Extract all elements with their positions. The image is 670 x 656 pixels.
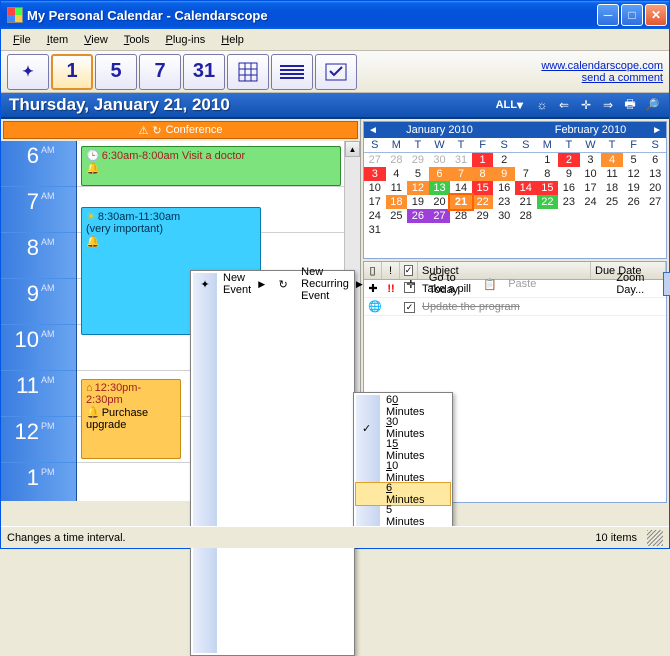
ctx-zoom-day[interactable]: Zoom Day... [586, 273, 664, 295]
view-tasks-button[interactable] [315, 54, 357, 90]
recurrence-icon: ↻ [275, 278, 291, 291]
home-icon: ⌂ [86, 382, 93, 394]
menu-file[interactable]: File [5, 32, 39, 48]
check-icon: ✓ [362, 422, 371, 435]
link-website[interactable]: www.calendarscope.com [541, 60, 663, 72]
ts-60[interactable]: 60 Minutes [356, 395, 450, 417]
mini-january[interactable]: ◄January 2010 SMTWTFS 272829303112 34567… [364, 122, 515, 258]
allday-event[interactable]: ⚠ ↻ Conference [3, 121, 358, 139]
clock-icon: 🕒 [86, 150, 100, 162]
close-button[interactable]: ✕ [645, 4, 667, 26]
date-header: Thursday, January 21, 2010 ALL ▾ ☼ ⇐ ✛ ⇒… [1, 93, 669, 119]
status-bar: Changes a time interval. 10 items [1, 526, 669, 548]
ctx-time-scale[interactable]: Time Scale▶ [664, 273, 670, 295]
new-event-button[interactable]: ✦ [7, 54, 49, 90]
status-text: Changes a time interval. [7, 532, 595, 544]
menu-tools[interactable]: Tools [116, 32, 158, 48]
task-checkbox[interactable] [404, 302, 415, 313]
next-month-button[interactable]: ► [652, 125, 662, 136]
ts-5[interactable]: 5 Minutes [356, 505, 450, 527]
prev-day-button[interactable]: ⇐ [555, 96, 573, 114]
menu-view[interactable]: View [76, 32, 116, 48]
view-month-button[interactable]: 31 [183, 54, 225, 90]
bell-icon: 🔔 [86, 236, 100, 248]
menu-item[interactable]: Item [39, 32, 76, 48]
link-comment[interactable]: send a comment [541, 72, 663, 84]
task-subject: Update the program [418, 299, 666, 315]
find-button[interactable]: 🔎 [643, 96, 661, 114]
ctx-goto-today[interactable]: ✛Go to Today [399, 273, 478, 295]
toolbar: ✦ 1 5 7 31 www.calendarscope.com send a … [1, 51, 669, 93]
sun-icon: ☀ [86, 211, 96, 223]
view-5day-button[interactable]: 5 [95, 54, 137, 90]
ctx-paste: 📋Paste [478, 273, 556, 295]
warning-icon: ⚠ [139, 124, 149, 137]
mini-february[interactable]: February 2010► SMTWTFS 123456 7891011121… [515, 122, 666, 258]
status-count: 10 items [595, 532, 637, 544]
menu-plugins[interactable]: Plug-ins [158, 32, 214, 48]
minimize-button[interactable]: ─ [597, 4, 619, 26]
globe-icon: 🌐 [364, 298, 382, 315]
recurrence-icon: ↻ [152, 124, 161, 137]
resize-grip[interactable] [647, 530, 663, 546]
ctx-new-recurring[interactable]: ↻New Recurring Event▶ [271, 273, 369, 295]
col-priority[interactable]: ! [382, 262, 400, 279]
view-grid-button[interactable] [227, 54, 269, 90]
toolbar-links: www.calendarscope.com send a comment [541, 60, 663, 84]
menu-bar: File Item View Tools Plug-ins Help [1, 29, 669, 51]
target-icon: ✛ [403, 278, 419, 291]
timescale-submenu: 60 Minutes ✓30 Minutes 15 Minutes 10 Min… [353, 392, 453, 530]
next-day-button[interactable]: ⇒ [599, 96, 617, 114]
appt-purchase[interactable]: ⌂12:30pm-2:30pm 🔔Purchase upgrade [81, 379, 181, 459]
menu-help[interactable]: Help [213, 32, 252, 48]
ts-30[interactable]: ✓30 Minutes [356, 417, 450, 439]
maximize-button[interactable]: □ [621, 4, 643, 26]
ts-15[interactable]: 15 Minutes [356, 439, 450, 461]
priority-high-icon: !! [382, 281, 400, 297]
window-title: My Personal Calendar - Calendarscope [27, 8, 595, 23]
view-1day-button[interactable]: 1 [51, 54, 93, 90]
time-column: 6AM 7AM 8AM 9AM 10AM 11AM 12PM 1PM [1, 141, 77, 501]
filter-all-button[interactable]: ALL ▾ [490, 96, 529, 114]
ctx-new-event[interactable]: ✦New Event▶ [193, 273, 271, 295]
allday-label: Conference [166, 124, 223, 136]
appt-visit-doctor[interactable]: 🕒6:30am-8:00am Visit a doctor 🔔 [81, 146, 341, 186]
ts-6[interactable]: 6 Minutes [356, 483, 450, 505]
prev-month-button[interactable]: ◄ [368, 125, 378, 136]
bell-icon: 🔔 [86, 163, 100, 175]
paste-icon: 📋 [482, 278, 498, 291]
print-button[interactable]: 🖶 [621, 96, 639, 114]
current-date: Thursday, January 21, 2010 [9, 95, 486, 115]
view-7day-button[interactable]: 7 [139, 54, 181, 90]
scroll-up-button[interactable]: ▲ [345, 141, 360, 157]
ts-10[interactable]: 10 Minutes [356, 461, 450, 483]
app-icon [7, 7, 23, 23]
goto-today-button[interactable]: ✛ [577, 96, 595, 114]
mini-calendars: ◄January 2010 SMTWTFS 272829303112 34567… [363, 121, 667, 259]
context-menu: ✦New Event▶ ↻New Recurring Event▶ ✛Go to… [190, 270, 355, 656]
view-list-button[interactable] [271, 54, 313, 90]
task-row[interactable]: 🌐 Update the program [364, 298, 666, 316]
title-bar: My Personal Calendar - Calendarscope ─ □… [1, 1, 669, 29]
star-icon: ✦ [197, 278, 213, 291]
sun-icon[interactable]: ☼ [533, 96, 551, 114]
bell-icon: 🔔 [86, 407, 100, 419]
